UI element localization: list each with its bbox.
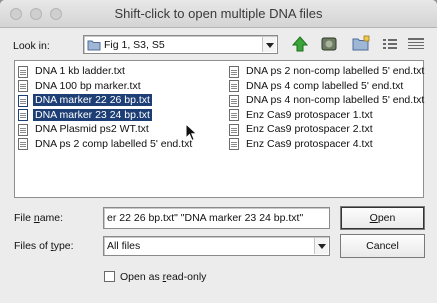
up-arrow-icon <box>291 36 309 52</box>
text-file-icon <box>18 138 28 151</box>
up-one-level-button[interactable] <box>289 34 311 54</box>
chevron-down-icon[interactable] <box>262 37 276 52</box>
file-name: DNA Plasmid ps2 WT.txt <box>35 123 149 136</box>
file-list[interactable]: DNA 1 kb ladder.txt DNA 100 bp marker.tx… <box>14 60 424 198</box>
open-as-read-only-checkbox[interactable] <box>104 271 115 282</box>
title-bar: Shift-click to open multiple DNA files <box>0 0 437 28</box>
file-name: DNA marker 22 26 bp.txt <box>33 94 152 107</box>
file-item[interactable]: DNA 100 bp marker.txt <box>16 79 221 94</box>
read-only-label-pre: Open as <box>120 271 163 283</box>
file-name-label-post: ame: <box>39 212 64 224</box>
text-file-icon <box>229 138 239 151</box>
file-item[interactable]: DNA ps 4 comp labelled 5' end.txt <box>227 79 423 94</box>
file-item[interactable]: DNA 1 kb ladder.txt <box>16 64 221 79</box>
text-file-icon <box>229 65 239 78</box>
file-item-selected[interactable]: DNA marker 22 26 bp.txt <box>16 93 221 108</box>
text-file-icon <box>18 80 28 93</box>
file-name: Enz Cas9 protospacer 2.txt <box>246 123 373 136</box>
list-view-button[interactable] <box>379 34 401 54</box>
text-file-icon <box>229 94 239 107</box>
folder-icon <box>87 40 101 51</box>
file-name: DNA ps 2 comp labelled 5' end.txt <box>35 137 193 150</box>
file-name: Enz Cas9 protospacer 4.txt <box>246 137 373 150</box>
file-item[interactable]: Enz Cas9 protospacer 2.txt <box>227 122 423 137</box>
mouse-pointer-icon <box>185 123 198 142</box>
file-name: DNA 1 kb ladder.txt <box>35 65 125 77</box>
details-view-icon <box>408 38 424 49</box>
create-new-folder-button[interactable] <box>350 34 372 54</box>
open-button-label: pen <box>377 212 396 224</box>
desktop-button[interactable] <box>318 34 340 54</box>
details-view-button[interactable] <box>405 34 427 54</box>
file-name: DNA marker 23 24 bp.txt <box>33 108 152 121</box>
chevron-down-icon[interactable] <box>314 238 328 254</box>
text-file-icon <box>229 80 239 93</box>
file-name: DNA 100 bp marker.txt <box>35 79 141 92</box>
file-name: DNA ps 4 comp labelled 5' end.txt <box>246 79 404 92</box>
cancel-button[interactable]: Cancel <box>340 234 425 258</box>
new-folder-icon <box>352 35 370 51</box>
file-type-select[interactable]: All files <box>103 236 330 256</box>
file-type-label-post: ype: <box>53 240 74 252</box>
file-item[interactable]: Enz Cas9 protospacer 1.txt <box>227 108 423 123</box>
file-name-input[interactable]: er 22 26 bp.txt" "DNA marker 23 24 bp.tx… <box>103 207 330 229</box>
text-file-icon <box>18 65 28 78</box>
file-column-2: DNA ps 2 non-comp labelled 5' end.txt DN… <box>227 64 425 152</box>
text-file-icon <box>18 109 28 122</box>
file-name: Enz Cas9 protospacer 1.txt <box>246 108 373 121</box>
file-name-value: er 22 26 bp.txt" "DNA marker 23 24 bp.tx… <box>107 212 304 224</box>
file-item-selected[interactable]: DNA marker 23 24 bp.txt <box>16 108 221 123</box>
file-name: DNA ps 2 non-comp labelled 5' end.txt <box>246 65 425 77</box>
look-in-label: Look in: <box>13 40 50 52</box>
look-in-select[interactable]: Fig 1, S3, S5 <box>83 35 278 54</box>
open-as-read-only-label[interactable]: Open as read-only <box>120 271 206 283</box>
file-type-value: All files <box>107 240 141 252</box>
open-button-mnemonic: O <box>369 212 378 224</box>
network-icon <box>321 37 337 51</box>
list-view-icon <box>383 39 397 49</box>
text-file-icon <box>229 109 239 122</box>
text-file-icon <box>18 94 28 107</box>
text-file-icon <box>18 123 28 136</box>
file-name: DNA ps 4 non-comp labelled 5' end.txt <box>246 94 425 107</box>
file-name-label: File name: <box>14 212 63 224</box>
open-button[interactable]: Open <box>340 206 425 230</box>
file-type-label-pre: Files of <box>14 240 51 252</box>
file-item[interactable]: DNA ps 2 non-comp labelled 5' end.txt <box>227 64 425 79</box>
read-only-label-post: ead-only <box>166 271 207 283</box>
file-item[interactable]: Enz Cas9 protospacer 4.txt <box>227 137 423 152</box>
window-title: Shift-click to open multiple DNA files <box>114 6 323 21</box>
file-name-label-pre: File <box>14 212 34 224</box>
file-open-dialog: Shift-click to open multiple DNA files L… <box>0 0 437 303</box>
file-type-label: Files of type: <box>14 240 74 252</box>
look-in-value: Fig 1, S3, S5 <box>104 39 165 51</box>
text-file-icon <box>229 123 239 136</box>
file-item[interactable]: DNA ps 4 non-comp labelled 5' end.txt <box>227 93 425 108</box>
